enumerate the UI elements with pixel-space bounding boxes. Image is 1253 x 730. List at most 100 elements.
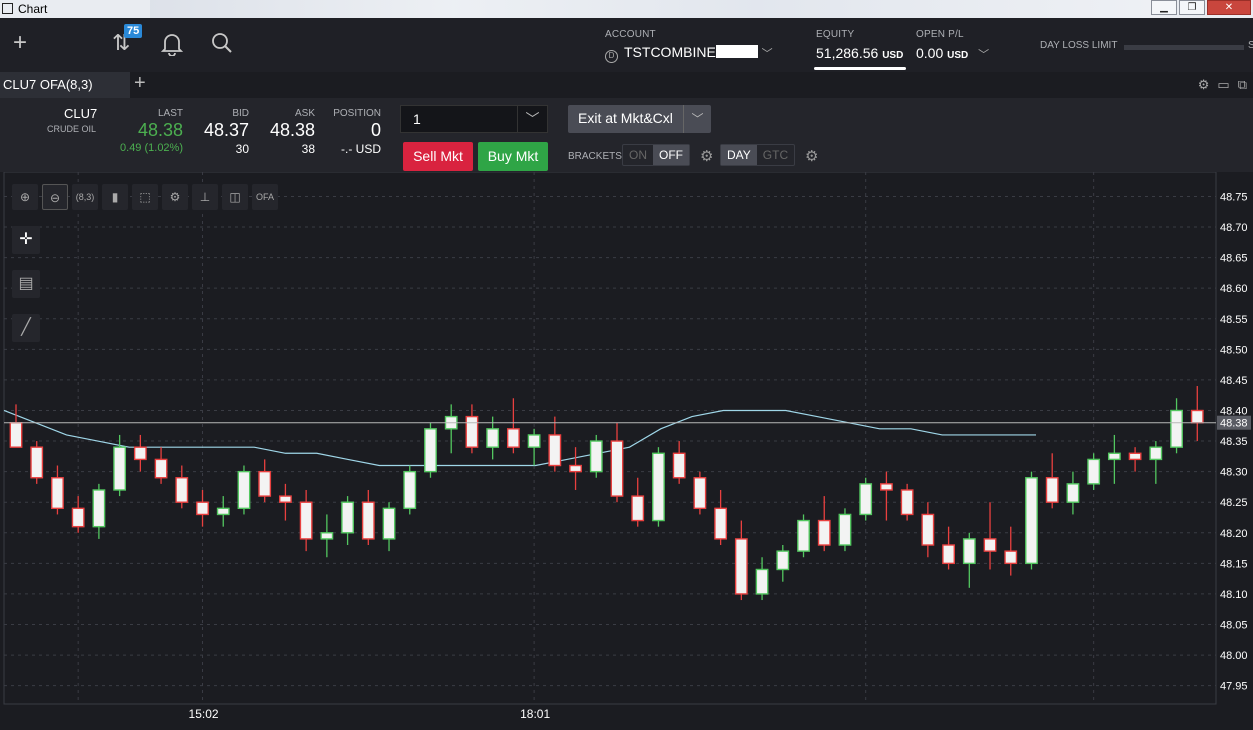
study-params-button[interactable]: (8,3) xyxy=(72,184,98,210)
open-pl-value: 0.00 xyxy=(916,45,944,61)
bell-icon[interactable] xyxy=(160,32,184,63)
candle-body xyxy=(1128,452,1142,461)
candle-body xyxy=(361,501,375,540)
chart-toolbar: ⊕ ⊖ (8,3) ▮ ⬚ ⚙ ⊥ ◫ OFA xyxy=(12,184,278,210)
candle-body xyxy=(610,440,624,497)
chevron-down-icon[interactable]: ﹀ xyxy=(517,106,547,132)
candle-body xyxy=(196,501,209,516)
maximize-button[interactable]: ❐ xyxy=(1179,0,1205,15)
candle-body xyxy=(1025,477,1038,565)
candle-body xyxy=(154,458,168,479)
candle-body xyxy=(279,495,292,503)
crosshair-icon[interactable]: ✛ xyxy=(12,226,40,254)
chevron-down-icon[interactable]: ﹀ xyxy=(683,105,711,133)
last-change: 0.49 (1.02%) xyxy=(120,142,183,154)
axis-icon[interactable]: ⊥ xyxy=(192,184,218,210)
account-name: TSTCOMBINE xyxy=(624,44,716,60)
y-tick-label: 48.40 xyxy=(1220,405,1248,417)
y-tick-label: 48.50 xyxy=(1220,344,1248,356)
candle-body xyxy=(1107,452,1121,461)
tab-chart[interactable]: CLU7 OFA(8,3) xyxy=(0,72,130,98)
popout-icon[interactable]: ⧉ xyxy=(1238,77,1247,93)
zoom-out-icon[interactable]: ⊖ xyxy=(42,184,68,210)
gear-icon[interactable]: ⚙ xyxy=(805,147,818,165)
candle-type-icon[interactable]: ▮ xyxy=(102,184,128,210)
y-tick-label: 48.15 xyxy=(1220,558,1248,570)
gear-icon[interactable]: ⚙ xyxy=(162,184,188,210)
position-column: POSITION 0 -.- USD xyxy=(333,108,381,156)
chevron-down-icon: ﹀ xyxy=(978,49,990,61)
y-tick-label: 47.95 xyxy=(1220,681,1248,693)
brackets-on-option[interactable]: ON xyxy=(623,145,653,165)
day-loss-limit-bar xyxy=(1124,45,1244,50)
gear-icon[interactable]: ⚙ xyxy=(700,147,713,165)
sell-market-button[interactable]: Sell Mkt xyxy=(403,142,473,171)
y-tick-label: 48.30 xyxy=(1220,467,1248,479)
price-chart[interactable]: 48.75 48.70 48.65 48.60 48.55 48.50 48.45 48.40… xyxy=(0,172,1253,730)
select-area-icon[interactable]: ⬚ xyxy=(132,184,158,210)
candle-body xyxy=(506,428,520,448)
open-pl-display[interactable]: OPEN P/L 0.00 USD ﹀ xyxy=(916,29,989,61)
quantity-input[interactable]: 1 ﹀ xyxy=(400,105,548,133)
candle-body xyxy=(299,501,313,540)
candle-body xyxy=(216,507,230,516)
brackets-toggle[interactable]: ON OFF xyxy=(622,144,690,166)
candle-body xyxy=(1170,409,1183,448)
candle-body xyxy=(797,519,810,552)
equity-value: 51,286.56 xyxy=(816,45,879,61)
buy-market-button[interactable]: Buy Mkt xyxy=(478,142,548,171)
account-type-icon: D xyxy=(605,50,618,63)
candle-body xyxy=(817,519,831,546)
tif-gtc-option[interactable]: GTC xyxy=(757,145,794,165)
add-icon[interactable]: + xyxy=(13,29,27,57)
ask-column: ASK 48.38 38 xyxy=(270,108,315,156)
x-tick-label: 15:02 xyxy=(189,707,219,721)
layout-icon[interactable]: ◫ xyxy=(222,184,248,210)
redacted-block xyxy=(715,45,758,58)
y-tick-label: 48.35 xyxy=(1220,436,1248,448)
add-tab-icon[interactable]: + xyxy=(134,72,146,95)
last-price-label: 48.38 xyxy=(1220,418,1248,430)
x-tick-label: 18:01 xyxy=(520,707,550,721)
search-icon[interactable] xyxy=(211,32,233,61)
candle-body xyxy=(9,422,23,448)
candle-body xyxy=(942,544,955,565)
top-toolbar: + ⇅ 75 ACCOUNT D TSTCOMBINE ﹀ EQUITY 51,2… xyxy=(0,18,1253,72)
window-icon[interactable]: ▭ xyxy=(1217,77,1229,93)
chart-canvas[interactable]: 48.75 48.70 48.65 48.60 48.55 48.50 48.45 48.40… xyxy=(0,172,1253,730)
candle-body xyxy=(962,538,976,565)
candle-body xyxy=(693,477,707,510)
y-tick-label: 48.00 xyxy=(1220,650,1248,662)
brackets-off-option[interactable]: OFF xyxy=(653,145,689,165)
candle-body xyxy=(569,464,582,473)
tif-day-option[interactable]: DAY xyxy=(721,145,757,165)
gear-icon[interactable]: ⚙ xyxy=(1198,77,1210,93)
candle-body xyxy=(341,501,354,534)
exit-market-cancel-button[interactable]: Exit at Mkt&Cxl ﹀ xyxy=(568,105,711,133)
candle-body xyxy=(880,483,893,491)
time-in-force-toggle[interactable]: DAY GTC xyxy=(720,144,796,166)
candle-body xyxy=(1066,483,1080,503)
minimize-button[interactable]: ▁ xyxy=(1151,0,1177,15)
zoom-in-icon[interactable]: ⊕ xyxy=(12,184,38,210)
candle-body xyxy=(631,495,645,522)
candle-body xyxy=(983,538,997,552)
y-tick-label: 48.05 xyxy=(1220,620,1248,632)
ask-price: 48.38 xyxy=(269,120,315,140)
account-selector[interactable]: ACCOUNT D TSTCOMBINE ﹀ xyxy=(605,29,773,63)
candle-body xyxy=(71,507,85,528)
y-tick-label: 48.25 xyxy=(1220,497,1248,509)
open-pl-currency: USD xyxy=(947,50,969,61)
candle-body xyxy=(403,470,417,510)
note-icon[interactable]: ▤ xyxy=(12,270,40,298)
line-draw-icon[interactable]: ╱ xyxy=(12,314,40,342)
candle-body xyxy=(652,452,665,522)
candle-body xyxy=(548,434,562,467)
candle-body xyxy=(776,550,790,571)
equity-label: EQUITY xyxy=(816,29,855,40)
ofa-button[interactable]: OFA xyxy=(252,184,278,210)
candle-body xyxy=(113,446,127,491)
close-button[interactable]: ✕ xyxy=(1207,0,1251,15)
candle-body xyxy=(382,507,396,540)
candle-body xyxy=(30,446,44,479)
